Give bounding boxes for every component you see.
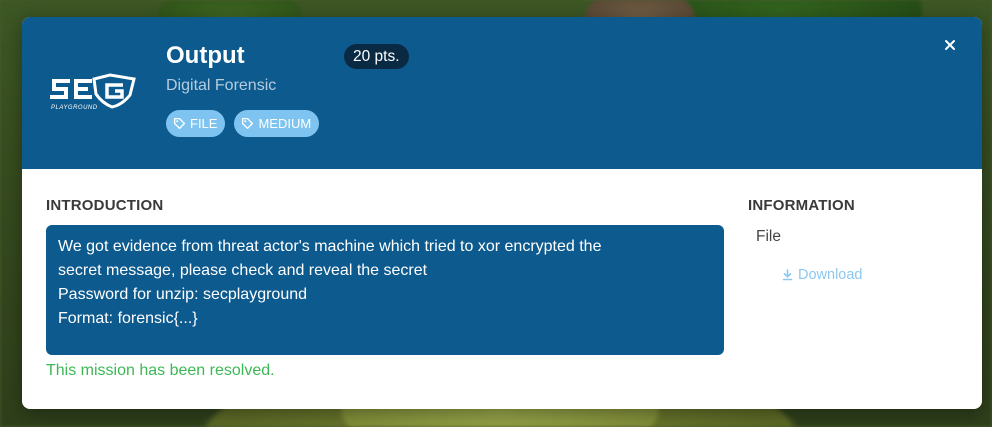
tag-icon [242,117,254,130]
close-button[interactable] [942,37,958,53]
mission-modal: PLAYGROUND Output 20 pts. Digital Forens… [22,17,982,409]
modal-header: PLAYGROUND Output 20 pts. Digital Forens… [22,17,982,169]
download-label: Download [798,267,863,283]
resolved-status: This mission has been resolved. [46,362,275,379]
logo-subtext: PLAYGROUND [51,105,98,111]
introduction-line: We got evidence from threat actor's mach… [58,238,602,255]
tag-list: FILE MEDIUM [166,110,320,137]
mission-category: Digital Forensic [166,77,277,94]
download-icon [782,269,793,281]
introduction-heading: INTRODUCTION [46,197,164,214]
introduction-box: We got evidence from threat actor's mach… [46,225,724,355]
tag-label: MEDIUM [258,116,312,131]
file-label: File [756,228,781,245]
tag-medium[interactable]: MEDIUM [234,110,320,137]
tag-icon [173,117,186,130]
tag-label: FILE [190,116,218,131]
introduction-line: secret message, please check and reveal … [58,262,428,279]
points-badge: 20 pts. [344,44,409,69]
introduction-line: Password for unzip: secplayground [58,286,308,303]
close-icon [945,40,955,50]
tag-file[interactable]: FILE [166,110,226,137]
mission-title: Output [166,42,245,69]
information-heading: INFORMATION [748,197,855,214]
secplayground-logo: PLAYGROUND [50,73,136,111]
introduction-line: Format: forensic{...} [58,310,198,327]
download-link[interactable]: Download [782,267,863,283]
